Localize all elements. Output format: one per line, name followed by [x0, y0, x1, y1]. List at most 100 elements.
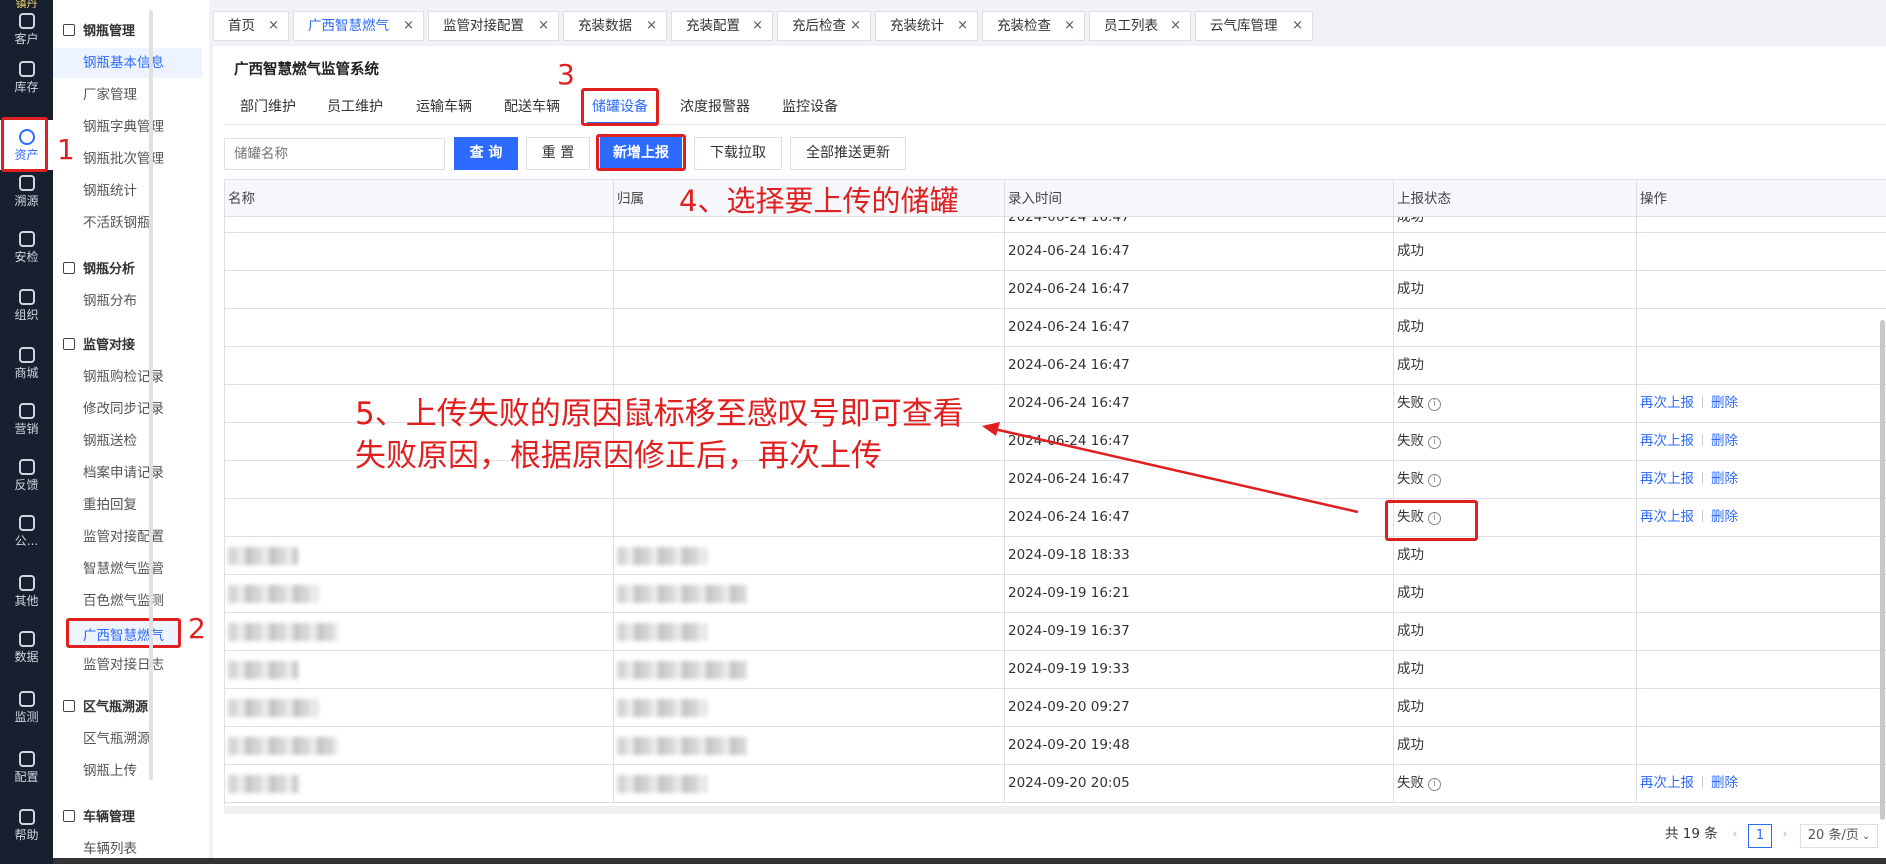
rail-item-3[interactable]: 溯源	[0, 166, 53, 216]
close-icon[interactable]: ×	[538, 12, 549, 40]
horizontal-scrollbar[interactable]	[224, 806, 1884, 814]
menu-item[interactable]: 广西智慧燃气	[66, 618, 181, 648]
delete-link[interactable]: 删除	[1711, 395, 1738, 411]
table-cell	[225, 271, 614, 309]
delete-link[interactable]: 删除	[1711, 775, 1738, 791]
rail-item-6[interactable]: 商城	[0, 338, 53, 388]
rail-item-0[interactable]: 客户	[0, 4, 53, 54]
close-icon[interactable]: ×	[1064, 12, 1075, 40]
prev-page-icon[interactable]: ‹	[1728, 824, 1742, 848]
menu-item[interactable]: 钢瓶送检	[53, 426, 202, 456]
tab-1[interactable]: 广西智慧燃气 ×	[293, 11, 424, 41]
subtab-2[interactable]: 运输车辆	[416, 96, 472, 116]
retry-report-link[interactable]: 再次上报	[1640, 471, 1694, 487]
org-icon	[18, 288, 35, 305]
retry-report-link[interactable]: 再次上报	[1640, 775, 1694, 791]
rail-item-4[interactable]: 安检	[0, 222, 53, 272]
menu-item[interactable]: 钢瓶购检记录	[53, 362, 202, 392]
close-icon[interactable]: ×	[1170, 12, 1181, 40]
menu-group-header: 车辆管理	[63, 806, 135, 825]
close-icon[interactable]: ×	[646, 12, 657, 40]
menu-item[interactable]: 监管对接配置	[53, 522, 202, 552]
tab-7[interactable]: 充装检查 ×	[982, 11, 1085, 41]
info-icon[interactable]: i	[1428, 436, 1441, 449]
rail-label: 配置	[14, 769, 39, 784]
subtab-5[interactable]: 浓度报警器	[680, 96, 750, 116]
rail-item-9[interactable]: 公...	[0, 506, 53, 556]
rail-item-10[interactable]: 其他	[0, 566, 53, 616]
subtab-0[interactable]: 部门维护	[240, 96, 296, 116]
menu-item[interactable]: 钢瓶分布	[53, 286, 202, 316]
rail-item-7[interactable]: 营销	[0, 394, 53, 444]
info-icon[interactable]: i	[1428, 398, 1441, 411]
tab-8[interactable]: 员工列表 ×	[1089, 11, 1191, 41]
menu-item[interactable]: 区气瓶溯源	[53, 724, 202, 754]
menu-item[interactable]: 厂家管理	[53, 80, 202, 110]
rail-item-13[interactable]: 配置	[0, 742, 53, 792]
search-input[interactable]	[224, 138, 445, 170]
table-cell	[1637, 233, 1886, 271]
subtab-6[interactable]: 监控设备	[782, 96, 838, 116]
page-size-select[interactable]: 20 条/页 ⌄	[1800, 824, 1878, 848]
tab-4[interactable]: 充装配置 ×	[671, 11, 773, 41]
table-cell: 2024-06-24 16:47	[1005, 423, 1394, 461]
info-icon[interactable]: i	[1428, 778, 1441, 791]
rail-item-11[interactable]: 数据	[0, 622, 53, 672]
tab-6[interactable]: 充装统计 ×	[875, 11, 978, 41]
query-button[interactable]: 查 询	[454, 137, 518, 170]
retry-report-link[interactable]: 再次上报	[1640, 395, 1694, 411]
close-icon[interactable]: ×	[1292, 12, 1303, 40]
config-grid-icon	[18, 750, 35, 767]
rail-item-14[interactable]: 帮助	[0, 800, 53, 850]
time-value: 2024-06-24 16:47	[1008, 319, 1130, 335]
menu-item[interactable]: 不活跃钢瓶	[53, 208, 202, 238]
delete-link[interactable]: 删除	[1711, 471, 1738, 487]
table-cell: 再次上报 删除	[1637, 461, 1886, 499]
retry-report-link[interactable]: 再次上报	[1640, 433, 1694, 449]
subtab-3[interactable]: 配送车辆	[504, 96, 560, 116]
rail-item-12[interactable]: 监测	[0, 682, 53, 732]
close-icon[interactable]: ×	[268, 12, 279, 40]
time-value: 2024-09-19 16:21	[1008, 585, 1130, 601]
menu-item[interactable]: 钢瓶上传	[53, 756, 202, 786]
close-icon[interactable]: ×	[850, 12, 861, 40]
menu-group-icon	[63, 809, 75, 822]
subtab-4[interactable]: 储罐设备	[592, 96, 648, 116]
rail-item-8[interactable]: 反馈	[0, 450, 53, 500]
menu-scrollbar[interactable]	[149, 10, 153, 780]
menu-item[interactable]: 监管对接日志	[53, 650, 202, 680]
menu-item[interactable]: 智慧燃气监管	[53, 554, 202, 584]
vertical-scrollbar[interactable]	[1880, 320, 1885, 820]
delete-link[interactable]: 删除	[1711, 433, 1738, 449]
page-number-current[interactable]: 1	[1748, 824, 1772, 848]
tab-3[interactable]: 充装数据 ×	[563, 11, 667, 41]
menu-item[interactable]: 修改同步记录	[53, 394, 202, 424]
delete-link[interactable]: 删除	[1711, 509, 1738, 525]
tab-5[interactable]: 充后检查 ×	[777, 11, 871, 41]
tab-0[interactable]: 首页 ×	[213, 11, 289, 41]
close-icon[interactable]: ×	[403, 12, 414, 40]
menu-item[interactable]: 钢瓶统计	[53, 176, 202, 206]
table-cell: 2024-06-24 16:47	[1005, 461, 1394, 499]
retry-report-link[interactable]: 再次上报	[1640, 509, 1694, 525]
next-page-icon[interactable]: ›	[1778, 824, 1792, 848]
menu-item[interactable]: 重拍回复	[53, 490, 202, 520]
annotation-step-5-line2: 失败原因，根据原因修正后，再次上传	[355, 438, 882, 474]
redacted-name	[228, 547, 298, 565]
close-icon[interactable]: ×	[957, 12, 968, 40]
subtab-1[interactable]: 员工维护	[327, 96, 383, 116]
tab-2[interactable]: 监管对接配置 ×	[428, 11, 559, 41]
rail-item-5[interactable]: 组织	[0, 280, 53, 330]
push-all-button[interactable]: 全部推送更新	[790, 137, 906, 170]
menu-item[interactable]: 钢瓶基本信息	[53, 48, 202, 78]
menu-item[interactable]: 百色燃气监测	[53, 586, 202, 616]
reset-button[interactable]: 重 置	[526, 137, 590, 170]
tab-9[interactable]: 云气库管理 ×	[1195, 11, 1313, 41]
menu-item[interactable]: 钢瓶字典管理	[53, 112, 202, 142]
close-icon[interactable]: ×	[752, 12, 763, 40]
info-icon[interactable]: i	[1428, 474, 1441, 487]
menu-item[interactable]: 钢瓶批次管理	[53, 144, 202, 174]
download-button[interactable]: 下载拉取	[694, 137, 782, 170]
rail-item-1[interactable]: 库存	[0, 52, 53, 102]
menu-item[interactable]: 档案申请记录	[53, 458, 202, 488]
